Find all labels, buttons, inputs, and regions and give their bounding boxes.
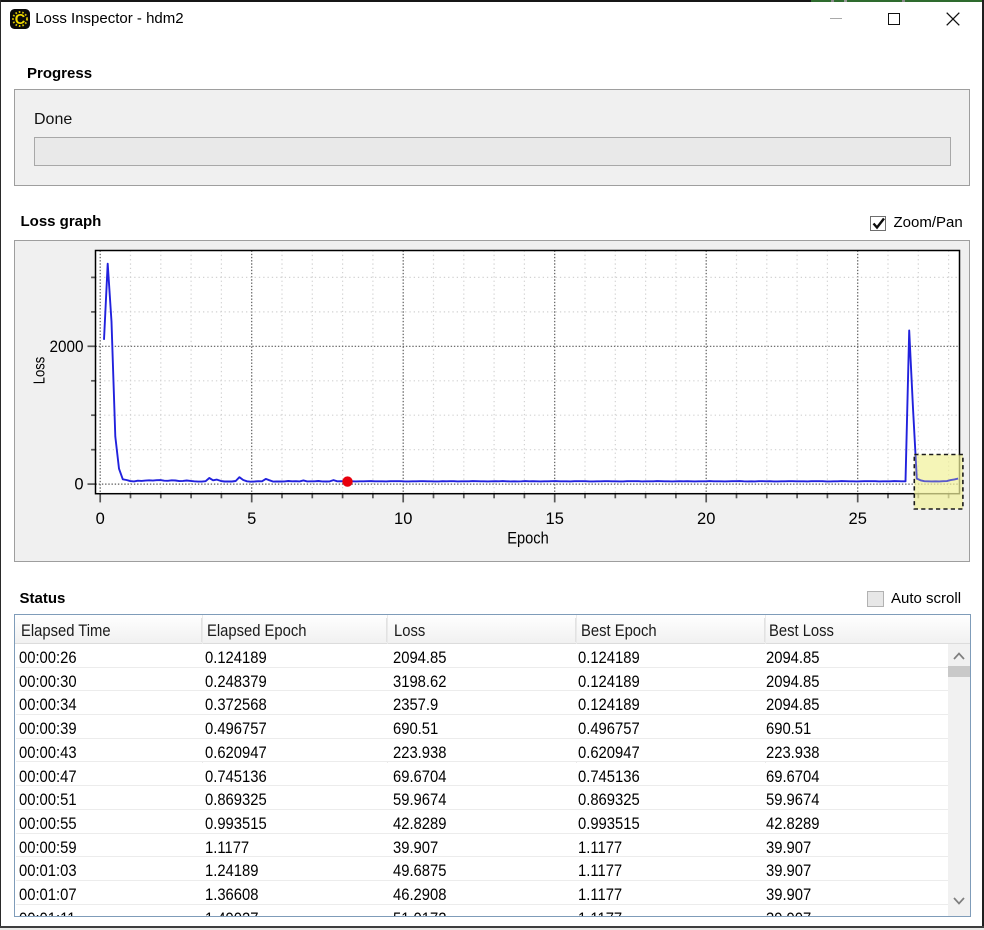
svg-text:C: C — [15, 12, 26, 28]
svg-text:20: 20 — [697, 509, 715, 527]
svg-text:0: 0 — [96, 509, 105, 527]
svg-text:Loss: Loss — [32, 356, 49, 384]
svg-text:2000: 2000 — [50, 337, 84, 355]
svg-text:5: 5 — [247, 509, 256, 527]
svg-text:10: 10 — [394, 509, 412, 527]
svg-text:0: 0 — [74, 475, 83, 493]
svg-text:15: 15 — [546, 509, 564, 527]
svg-text:25: 25 — [849, 509, 867, 527]
svg-text:Epoch: Epoch — [507, 529, 549, 547]
